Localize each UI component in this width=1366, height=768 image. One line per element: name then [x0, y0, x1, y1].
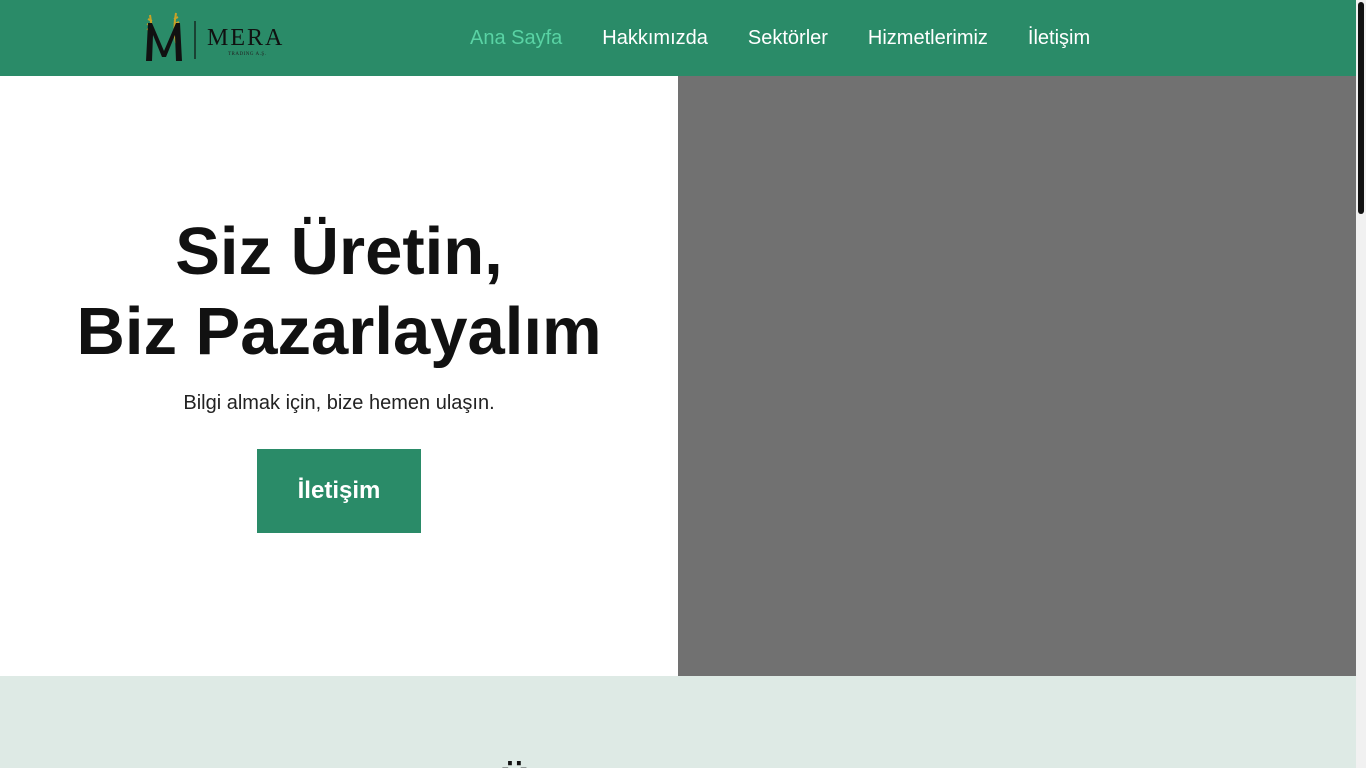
- nav-item-hakkimizda[interactable]: Hakkımızda: [602, 27, 708, 50]
- next-section-heading-partial: Ü: [500, 760, 529, 768]
- page: MERA TRADING A.Ş. Ana Sayfa Hakkımızda S…: [0, 0, 1356, 768]
- hero-title-line-2: Biz Pazarlayalım: [76, 294, 602, 369]
- brand-logo[interactable]: MERA TRADING A.Ş.: [142, 11, 284, 63]
- brand-subtitle: TRADING A.Ş.: [228, 52, 267, 57]
- hero-image-placeholder: [678, 76, 1356, 676]
- next-section: Ü: [0, 676, 1356, 768]
- scrollbar-thumb[interactable]: [1358, 2, 1364, 214]
- brand-name: MERA: [207, 25, 285, 51]
- navbar: MERA TRADING A.Ş. Ana Sayfa Hakkımızda S…: [0, 0, 1356, 76]
- nav-item-sektorler[interactable]: Sektörler: [748, 27, 828, 50]
- hero-subtitle: Bilgi almak için, bize hemen ulaşın.: [183, 392, 495, 414]
- nav-item-ana-sayfa[interactable]: Ana Sayfa: [470, 27, 562, 50]
- nav-item-hizmetlerimiz[interactable]: Hizmetlerimiz: [868, 27, 988, 50]
- main-nav: Ana Sayfa Hakkımızda Sektörler Hizmetler…: [470, 0, 1090, 76]
- wheat-m-logo-icon: [146, 12, 196, 61]
- nav-item-iletisim[interactable]: İletişim: [1028, 27, 1090, 50]
- vertical-scrollbar[interactable]: [1356, 0, 1366, 768]
- contact-button[interactable]: İletişim: [257, 449, 421, 533]
- hero-text-panel: Siz Üretin, Biz Pazarlayalım Bilgi almak…: [0, 76, 678, 676]
- hero-title-line-1: Siz Üretin,: [175, 214, 503, 289]
- hero-title: Siz Üretin, Biz Pazarlayalım: [0, 212, 678, 372]
